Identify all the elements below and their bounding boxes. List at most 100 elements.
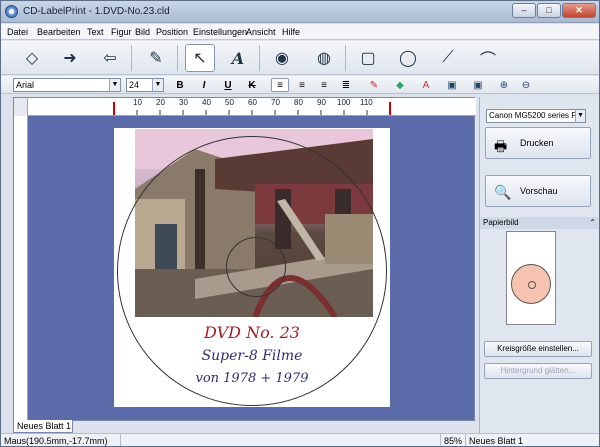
paper-section-header[interactable]: Papierbild ⌃	[480, 217, 599, 229]
align-left-button[interactable]: ≡	[271, 78, 289, 92]
label-icon[interactable]: ◇	[17, 44, 47, 72]
ruler-label: 20	[156, 98, 165, 107]
title-bar: CD-LabelPrint - 1.DVD-No.23.cld – □ ✕	[1, 1, 599, 23]
mouse-position: Maus(190.5mm,-17.7mm)	[1, 434, 121, 446]
font-size-select[interactable]: 24 ▼	[126, 78, 164, 92]
font-size-value: 24	[129, 80, 140, 90]
toolbar-separator	[259, 45, 260, 71]
menu-bar: Datei Bearbeiten Text Figur Bild Positio…	[1, 24, 599, 40]
horizontal-ruler: 10 20 30 40 50 60 70 80 90 100 110	[14, 98, 476, 116]
printer-value: Canon MG5200 series F	[489, 111, 577, 120]
toolbar-separator	[345, 45, 346, 71]
paper-section-title: Papierbild	[483, 218, 519, 227]
ruler-label: 90	[317, 98, 326, 107]
vertical-ruler	[14, 116, 28, 422]
print-label: Drucken	[520, 138, 554, 148]
label-page[interactable]: DVD No. 23 Super-8 Filme von 1978 + 1979	[114, 128, 390, 407]
minimize-button[interactable]: –	[512, 3, 536, 18]
zoom-in-icon[interactable]: ⊕	[495, 78, 513, 92]
menu-bild[interactable]: Bild	[135, 27, 150, 37]
format-toolbar: Arial ▼ 24 ▼ B I U K ≡ ≡ ≡ ≣ ✎ ◆ A ▣ ▣ ⊕…	[1, 76, 599, 94]
pointer-icon[interactable]: ↖	[185, 44, 215, 72]
maximize-button[interactable]: □	[537, 3, 561, 18]
strikethrough-button[interactable]: K	[243, 78, 261, 92]
disc-preview-hole	[528, 281, 536, 289]
status-bar: Maus(190.5mm,-17.7mm) 85% Neues Blatt 1	[1, 433, 599, 446]
menu-position[interactable]: Position	[156, 27, 188, 37]
app-window: CD-LabelPrint - 1.DVD-No.23.cld – □ ✕ Da…	[0, 0, 600, 447]
ruler-label: 80	[294, 98, 303, 107]
preview-label: Vorschau	[520, 186, 558, 196]
ruler-label: 40	[202, 98, 211, 107]
toolbar-separator	[131, 45, 132, 71]
font-name-select[interactable]: Arial ▼	[13, 78, 121, 92]
disc-preview	[511, 264, 551, 304]
underline-button[interactable]: U	[219, 78, 237, 92]
circle-image-icon[interactable]: ◍	[309, 44, 339, 72]
chevron-down-icon[interactable]: ▼	[109, 79, 120, 91]
ruler-label: 30	[179, 98, 188, 107]
align-right-button[interactable]: ≡	[315, 78, 333, 92]
justify-button[interactable]: ≣	[337, 78, 355, 92]
rectangle-icon[interactable]: ▢	[353, 44, 383, 72]
background-smooth-button[interactable]: Hintergrund glätten...	[484, 363, 592, 379]
chevron-down-icon[interactable]: ▼	[575, 110, 585, 122]
menu-einstellungen[interactable]: Einstellungen	[193, 27, 247, 37]
menu-text[interactable]: Text	[87, 27, 104, 37]
ruler-corner	[14, 98, 28, 116]
preview-button[interactable]: 🔍 Vorschau	[485, 175, 591, 207]
label-text-years[interactable]: von 1978 + 1979	[114, 371, 390, 386]
paper-preview	[506, 231, 556, 325]
ruler-label: 10	[133, 98, 142, 107]
main-toolbar: ◇ ➜ ⇦ ✎ ↖ A ◉ ◍ ▢ ◯ ⟋ ⌒	[1, 41, 599, 75]
window-title: CD-LabelPrint - 1.DVD-No.23.cld	[23, 6, 170, 17]
current-sheet: Neues Blatt 1	[466, 434, 599, 446]
text-color-icon[interactable]: A	[417, 78, 435, 92]
line-icon[interactable]: ⟋	[433, 44, 463, 72]
ruler-label: 50	[225, 98, 234, 107]
ruler-label: 110	[360, 98, 373, 107]
menu-ansicht[interactable]: Ansicht	[246, 27, 276, 37]
fill-color-icon[interactable]: ◆	[391, 78, 409, 92]
menu-datei[interactable]: Datei	[7, 27, 28, 37]
ruler-label: 100	[337, 98, 351, 107]
menu-figur[interactable]: Figur	[111, 27, 132, 37]
ellipse-icon[interactable]: ◯	[393, 44, 423, 72]
app-icon	[5, 5, 18, 18]
italic-button[interactable]: I	[195, 78, 213, 92]
zoom-out-icon[interactable]: ⊖	[517, 78, 535, 92]
label-text-title[interactable]: DVD No. 23	[114, 323, 390, 342]
label-text-subtitle[interactable]: Super-8 Filme	[114, 348, 390, 364]
arc-icon[interactable]: ⌒	[473, 44, 503, 72]
pen-color-icon[interactable]: ✎	[365, 78, 383, 92]
disc-size-button[interactable]: Kreisgröße einstellen...	[484, 341, 592, 357]
ruler-label: 60	[248, 98, 257, 107]
import-icon[interactable]: ⇦	[95, 44, 125, 72]
menu-hilfe[interactable]: Hilfe	[282, 27, 300, 37]
right-panel: Canon MG5200 series F ▼ 🖶 Drucken 🔍 Vors…	[479, 97, 599, 433]
font-name-value: Arial	[16, 80, 35, 90]
bring-front-icon[interactable]: ▣	[443, 78, 461, 92]
printer-icon: 🖶	[494, 138, 508, 154]
cd-icon[interactable]: ◉	[267, 44, 297, 72]
collapse-icon[interactable]: ⌃	[589, 217, 596, 229]
chevron-down-icon[interactable]: ▼	[152, 79, 163, 91]
menu-bearbeiten[interactable]: Bearbeiten	[37, 27, 81, 37]
paint-icon[interactable]: ✎	[141, 44, 171, 72]
disc-hole	[226, 237, 286, 297]
document-canvas[interactable]: 10 20 30 40 50 60 70 80 90 100 110 DVD N…	[13, 97, 476, 422]
preview-icon: 🔍	[494, 184, 512, 200]
zoom-level: 85%	[441, 434, 466, 446]
open-icon[interactable]: ➜	[55, 44, 85, 72]
text-icon[interactable]: A	[223, 44, 253, 72]
toolbar-separator	[177, 45, 178, 71]
sheet-tab[interactable]: Neues Blatt 1	[13, 420, 73, 433]
align-center-button[interactable]: ≡	[293, 78, 311, 92]
send-back-icon[interactable]: ▣	[469, 78, 487, 92]
status-empty	[121, 434, 441, 446]
close-button[interactable]: ✕	[562, 3, 596, 18]
bold-button[interactable]: B	[171, 78, 189, 92]
print-button[interactable]: 🖶 Drucken	[485, 127, 591, 159]
ruler-label: 70	[271, 98, 280, 107]
printer-select[interactable]: Canon MG5200 series F ▼	[486, 109, 586, 123]
